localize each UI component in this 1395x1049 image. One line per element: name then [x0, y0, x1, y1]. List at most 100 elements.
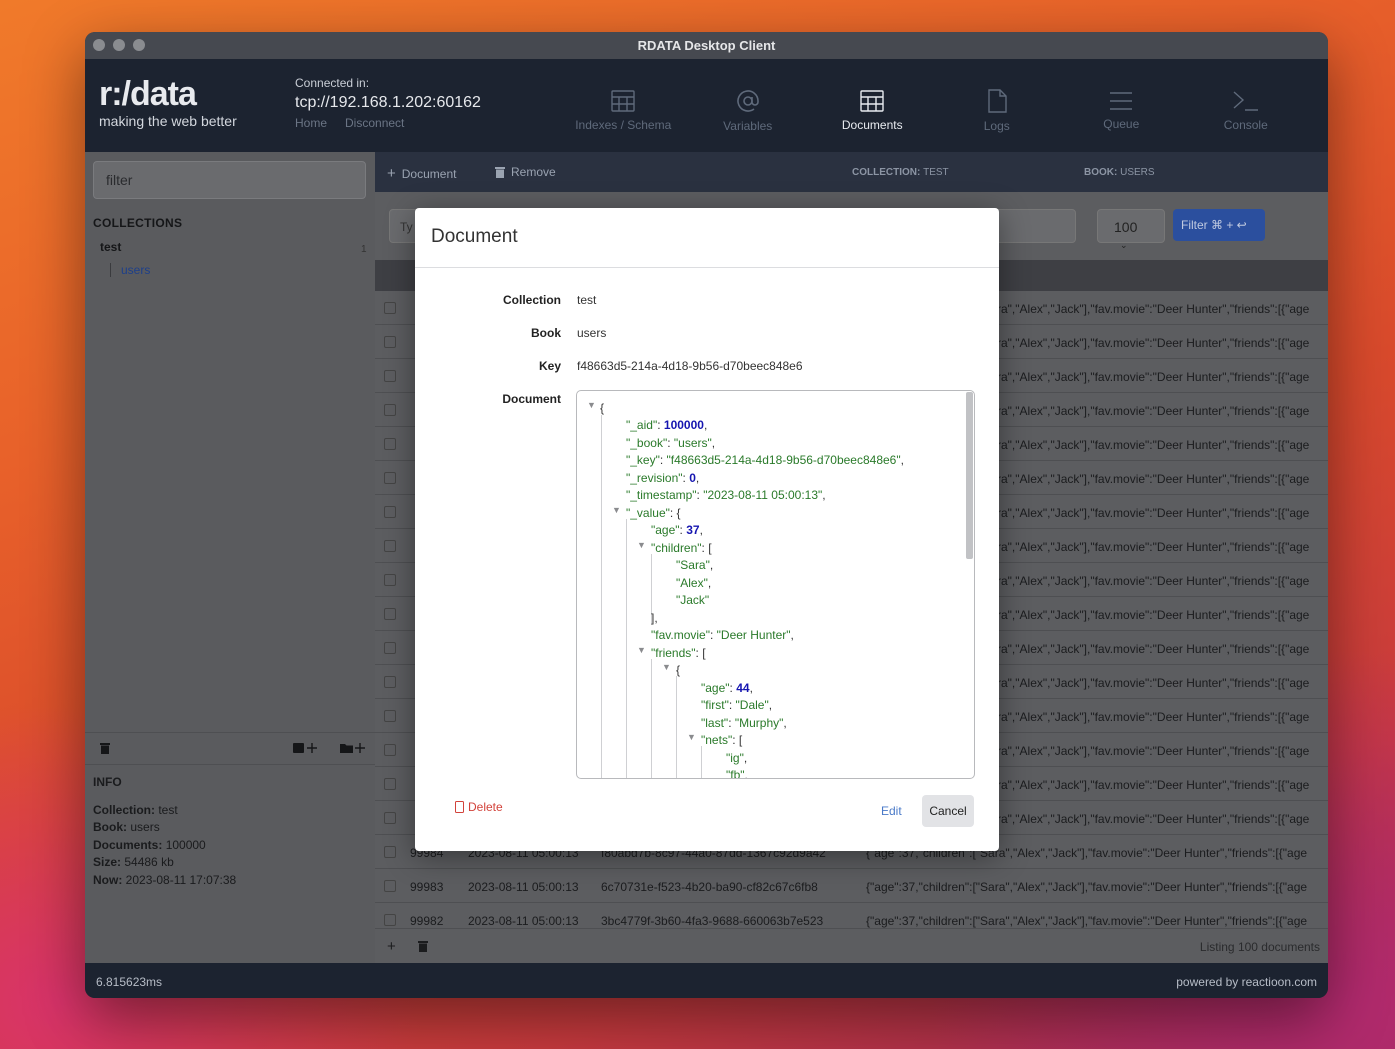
row-checkbox[interactable] — [384, 370, 396, 382]
minimize-window-button[interactable] — [113, 39, 125, 51]
row-checkbox[interactable] — [384, 608, 396, 620]
cell-value: ra","Alex","Jack"],"fav.movie":"Deer Hun… — [997, 710, 1310, 724]
connected-label: Connected in: — [295, 76, 370, 90]
query-time: 6.815623ms — [96, 975, 163, 989]
row-checkbox[interactable] — [384, 812, 396, 824]
info-panel: INFO Collection: test Book: users Docume… — [93, 775, 237, 887]
row-checkbox[interactable] — [384, 778, 396, 790]
document-modal: Document Collection test Book users Key … — [415, 208, 999, 851]
collection-count: 1 — [361, 244, 367, 255]
add-document-button[interactable]: + Document — [387, 165, 456, 182]
row-checkbox[interactable] — [384, 710, 396, 722]
table-icon — [611, 89, 635, 112]
edit-button[interactable]: Edit — [881, 804, 902, 818]
filter-button[interactable]: Filter ⌘ + ↩ — [1173, 209, 1265, 241]
book-item-users[interactable]: users — [110, 263, 150, 277]
zoom-window-button[interactable] — [133, 39, 145, 51]
collection-value: test — [577, 293, 597, 307]
row-checkbox[interactable] — [384, 880, 396, 892]
collection-item-test[interactable]: test — [100, 240, 121, 254]
row-checkbox[interactable] — [384, 574, 396, 586]
cell-timestamp: 2023-08-11 05:00:13 — [468, 914, 579, 928]
row-checkbox[interactable] — [384, 506, 396, 518]
toolbar-collection: COLLECTION: TEST — [852, 167, 949, 178]
info-now: 2023-08-11 17:07:38 — [125, 872, 237, 887]
json-scrollbar[interactable] — [966, 392, 973, 559]
close-window-button[interactable] — [93, 39, 105, 51]
cell-value: ra","Alex","Jack"],"fav.movie":"Deer Hun… — [997, 642, 1310, 656]
key-label: Key — [538, 359, 561, 373]
key-value: f48663d5-214a-4d18-9b56-d70beec848e6 — [577, 359, 803, 373]
collection-label: Collection — [502, 293, 561, 307]
row-checkbox[interactable] — [384, 438, 396, 450]
collapse-children-icon[interactable]: ▼ — [637, 540, 646, 550]
row-checkbox[interactable] — [384, 914, 396, 926]
nav-queue[interactable]: Queue — [1059, 59, 1184, 152]
info-collection: test — [158, 802, 178, 817]
cell-value: {"age":37,"children":["Sara","Alex","Jac… — [866, 914, 1308, 928]
nav-indexes-schema[interactable]: Indexes / Schema — [561, 59, 686, 152]
powered-by: powered by reactioon.com — [1176, 975, 1317, 989]
row-checkbox[interactable] — [384, 472, 396, 484]
cell-value: ra","Alex","Jack"],"fav.movie":"Deer Hun… — [997, 744, 1310, 758]
cell-value: ra","Alex","Jack"],"fav.movie":"Deer Hun… — [997, 812, 1310, 826]
row-checkbox[interactable] — [384, 302, 396, 314]
collections-title: COLLECTIONS — [93, 216, 183, 230]
sidebar-tools — [85, 732, 375, 765]
window-title: RDATA Desktop Client — [637, 38, 776, 53]
trash-outline-icon — [455, 801, 464, 813]
nav-console[interactable]: Console — [1184, 59, 1309, 152]
row-checkbox[interactable] — [384, 540, 396, 552]
title-bar: RDATA Desktop Client — [85, 32, 1328, 59]
info-documents: 100000 — [165, 837, 206, 852]
info-size: 54486 kb — [124, 855, 174, 869]
json-viewer[interactable]: ▼ { "_aid": 100000, "_book": "users", "_… — [576, 390, 975, 779]
cancel-button[interactable]: Cancel — [922, 795, 974, 827]
cell-value: ra","Alex","Jack"],"fav.movie":"Deer Hun… — [997, 404, 1310, 418]
collapse-friend-icon[interactable]: ▼ — [662, 662, 671, 672]
table-row[interactable]: 99983 2023-08-11 05:00:13 6c70731e-f523-4b… — [375, 869, 1328, 903]
home-link[interactable]: Home — [295, 116, 327, 130]
add-book-icon[interactable] — [293, 742, 319, 757]
remove-button[interactable]: Remove — [495, 165, 556, 179]
row-checkbox[interactable] — [384, 642, 396, 654]
nav-logs[interactable]: Logs — [935, 59, 1060, 152]
sidebar: filter COLLECTIONS test 1 users INFO Col… — [85, 152, 375, 963]
collapse-root-icon[interactable]: ▼ — [587, 400, 596, 410]
app-header: r:/data making the web better Connected … — [85, 59, 1328, 152]
nav-documents[interactable]: Documents — [810, 59, 935, 152]
cell-value: {"age":37,"children":["Sara","Alex","Jac… — [866, 880, 1308, 894]
cell-value: ra","Alex","Jack"],"fav.movie":"Deer Hun… — [997, 778, 1310, 792]
collapse-nets-icon[interactable]: ▼ — [687, 732, 696, 742]
cell-value: ra","Alex","Jack"],"fav.movie":"Deer Hun… — [997, 506, 1310, 520]
limit-select[interactable]: 100 ⌄ — [1097, 209, 1165, 250]
cell-key: 3bc4779f-3b60-4fa3-9688-660063b7e523 — [601, 914, 824, 928]
collapse-value-icon[interactable]: ▼ — [612, 505, 621, 515]
cell-value: ra","Alex","Jack"],"fav.movie":"Deer Hun… — [997, 472, 1310, 486]
terminal-icon — [1233, 90, 1258, 111]
book-value: users — [577, 326, 607, 340]
plus-icon[interactable]: + — [387, 938, 396, 955]
row-checkbox[interactable] — [384, 744, 396, 756]
delete-button[interactable]: Delete — [455, 800, 503, 814]
collection-filter-input[interactable]: filter — [93, 161, 366, 199]
cell-aid: 99982 — [410, 914, 444, 928]
documents-toolbar: + Document Remove COLLECTION: TEST BOOK:… — [375, 152, 1328, 192]
document-label: Document — [502, 392, 561, 406]
row-checkbox[interactable] — [384, 336, 396, 348]
cell-timestamp: 2023-08-11 05:00:13 — [468, 880, 579, 894]
collapse-friends-icon[interactable]: ▼ — [637, 645, 646, 655]
trash-icon[interactable] — [418, 940, 428, 955]
row-checkbox[interactable] — [384, 404, 396, 416]
cell-value: ra","Alex","Jack"],"fav.movie":"Deer Hun… — [997, 676, 1310, 690]
connection-info: Connected in: tcp://192.168.1.202:60162 … — [295, 76, 481, 130]
cell-value: ra","Alex","Jack"],"fav.movie":"Deer Hun… — [997, 438, 1310, 452]
book-label: Book — [531, 326, 561, 340]
trash-icon[interactable] — [100, 742, 110, 757]
add-collection-icon[interactable] — [340, 742, 366, 757]
main-nav: Indexes / Schema Variables Documents Log… — [561, 59, 1308, 152]
nav-variables[interactable]: Variables — [686, 59, 811, 152]
row-checkbox[interactable] — [384, 676, 396, 688]
disconnect-link[interactable]: Disconnect — [345, 116, 404, 130]
row-checkbox[interactable] — [384, 846, 396, 858]
